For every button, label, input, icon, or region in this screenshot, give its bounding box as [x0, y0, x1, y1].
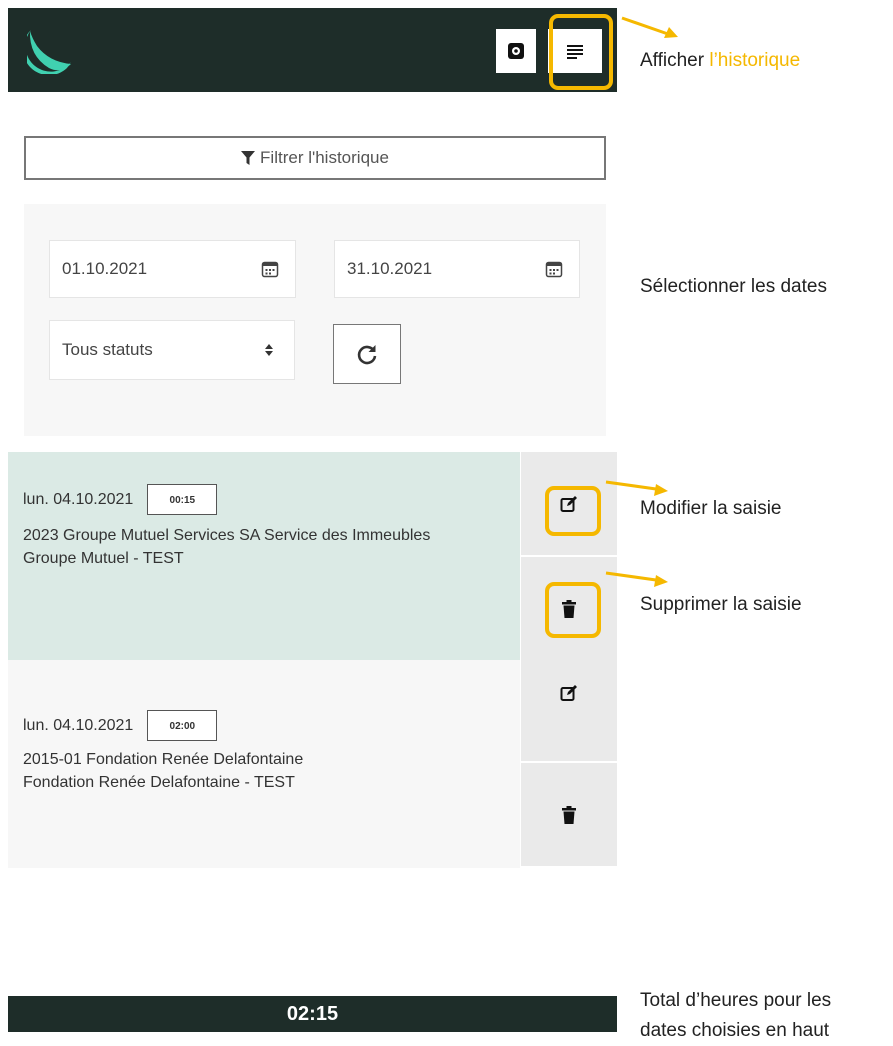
annotation-history-prefix: Afficher — [640, 50, 710, 71]
entry-project: 2023 Groupe Mutuel Services SA Service d… — [23, 527, 431, 544]
entry-header: lun. 04.10.2021 00:15 — [23, 484, 218, 515]
date-to-field[interactable]: 31.10.2021 — [334, 240, 580, 298]
calendar-icon[interactable] — [537, 260, 571, 278]
trash-icon — [562, 805, 576, 824]
sort-icon — [252, 343, 286, 357]
status-select-value: Tous statuts — [62, 340, 153, 359]
history-highlight — [549, 14, 613, 90]
date-from-value: 01.10.2021 — [62, 259, 148, 278]
entry-project: 2015-01 Fondation Renée Delafontaine — [23, 751, 304, 768]
entry-duration-badge: 02:00 — [147, 710, 218, 741]
annotation-edit: Modifier la saisie — [640, 498, 782, 519]
status-select[interactable]: Tous statuts — [49, 320, 295, 380]
entry-date: lun. 04.10.2021 — [23, 490, 134, 508]
arrow-history — [621, 16, 678, 38]
date-to-value: 31.10.2021 — [347, 259, 433, 278]
calendar-icon[interactable] — [253, 260, 287, 278]
entry-date: lun. 04.10.2021 — [23, 716, 134, 734]
edit-icon — [560, 685, 577, 701]
total-hours-bar: 02:15 — [8, 996, 617, 1032]
annotation-history: Afficher l’historique — [640, 50, 800, 72]
refresh-button[interactable] — [333, 324, 401, 384]
settings-icon — [508, 43, 524, 59]
filter-history-label: Filtrer l'historique — [260, 148, 389, 167]
annotation-total-line2: dates choisies en haut — [640, 1020, 830, 1041]
annotation-dates: Sélectionner les dates — [640, 276, 827, 297]
filter-panel: 01.10.2021 31.10.2021 Tous statuts — [24, 204, 606, 436]
entry-client: Fondation Renée Delafontaine - TEST — [23, 774, 295, 791]
annotation-total-line1: Total d’heures pour les — [640, 990, 832, 1011]
time-entry[interactable]: lun. 04.10.2021 02:00 2015-01 Fondation … — [8, 660, 520, 868]
filter-icon — [241, 150, 256, 165]
entry-details: 2023 Groupe Mutuel Services SA Service d… — [23, 524, 503, 570]
edit-entry-button[interactable] — [521, 660, 617, 762]
delete-entry-button[interactable] — [521, 763, 617, 866]
delete-highlight — [545, 582, 601, 638]
entry-client: Groupe Mutuel - TEST — [23, 550, 184, 567]
time-tracker-app: Filtrer l'historique 01.10.2021 31.10.20… — [8, 8, 617, 1032]
refresh-icon — [357, 345, 377, 365]
settings-button[interactable] — [496, 29, 536, 73]
annotation-history-accent: l’historique — [709, 50, 801, 71]
edit-highlight — [545, 486, 601, 536]
annotation-delete: Supprimer la saisie — [640, 594, 802, 615]
entry-header: lun. 04.10.2021 02:00 — [23, 710, 218, 741]
entry-duration-badge: 00:15 — [147, 484, 218, 515]
date-from-field[interactable]: 01.10.2021 — [49, 240, 296, 298]
filter-history-button[interactable]: Filtrer l'historique — [24, 136, 606, 180]
total-hours-value: 02:15 — [286, 1002, 339, 1025]
entry-details: 2015-01 Fondation Renée Delafontaine Fon… — [23, 748, 503, 794]
time-entry[interactable]: lun. 04.10.2021 00:15 2023 Groupe Mutuel… — [8, 452, 520, 660]
top-bar — [8, 8, 617, 92]
annotation-total: Total d’heures pour les dates choisies e… — [640, 986, 831, 1046]
logo-icon — [27, 30, 71, 74]
